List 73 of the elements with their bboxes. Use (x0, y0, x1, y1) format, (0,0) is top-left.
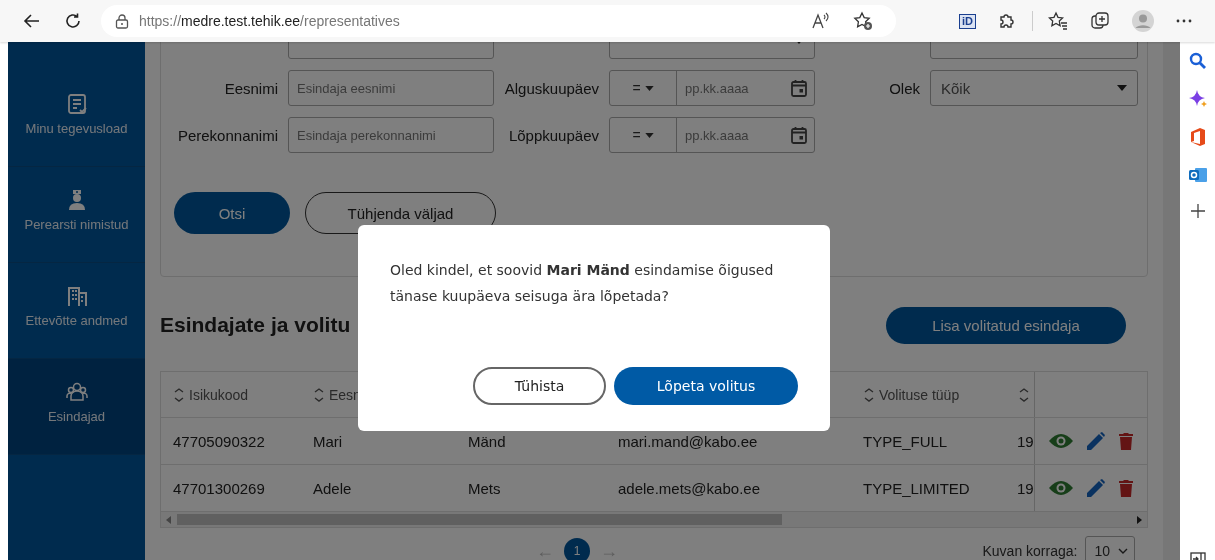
more-icon[interactable] (1176, 19, 1192, 23)
scroll-left-icon[interactable] (165, 515, 173, 524)
sidebar-label: Perearsti nimistud (23, 217, 130, 233)
table-cell-text: 47701300269 (172, 478, 266, 499)
table-cell-text: mari.mand@kabo.ee (617, 431, 759, 452)
sidebar-item[interactable]: Esindajad (8, 359, 145, 455)
page-size-label: Kuvan korraga: (982, 543, 1078, 559)
table-cell-text: 19 (1016, 431, 1034, 452)
field-label: Perekonnanimi (176, 126, 278, 144)
horizontal-scrollbar[interactable] (161, 512, 1147, 527)
add-icon[interactable] (1190, 204, 1205, 218)
cancel-button[interactable]: Tühista (473, 367, 606, 405)
collections-icon[interactable] (1090, 11, 1110, 31)
license-list-icon (65, 93, 88, 115)
dropdown[interactable]: Kõik (930, 70, 1138, 106)
table-cell-text: 19 (1016, 478, 1034, 499)
search-button[interactable]: Otsi (174, 192, 290, 234)
office-icon[interactable] (1189, 128, 1206, 146)
trash-icon[interactable] (1119, 432, 1133, 450)
sort-icon[interactable] (173, 386, 185, 403)
puzzle-icon[interactable] (997, 11, 1017, 31)
table-cell-text: TYPE_FULL (862, 431, 949, 452)
caret-down-icon (1117, 85, 1127, 91)
page-size-dropdown[interactable]: 10 (1085, 536, 1135, 560)
table-cell-text: adele.mets@kabo.ee (617, 478, 761, 499)
eye-icon[interactable] (1049, 480, 1073, 496)
text-field[interactable]: Esindaja eesnimi (288, 70, 494, 106)
table-cell-text: Adele (312, 478, 353, 499)
table-cell-text: 47705090322 (172, 431, 266, 452)
dialog-message: Oled kindel, et soovid Mari Mänd esindamise õigused tänase kuupäeva seisuga ära lõpetada? (390, 261, 775, 306)
table-cell-text: Mets (467, 478, 502, 499)
field-label: Olek (888, 79, 920, 97)
address-bar[interactable]: https://medre.test.tehik.ee/representatives (101, 5, 896, 37)
sort-icon[interactable] (313, 386, 325, 403)
extension-icon[interactable]: iD (959, 13, 976, 29)
page-button[interactable]: 1 (564, 538, 590, 560)
sidebar-label: Esindajad (46, 409, 107, 425)
column-header[interactable]: Volituse tüüp (851, 372, 1006, 417)
url-text: https://medre.test.tehik.ee/representatives (139, 13, 400, 29)
mail-icon[interactable] (1188, 166, 1207, 184)
table-cell-text: Mari (312, 431, 344, 452)
building-icon (65, 285, 88, 307)
sparkle-icon[interactable] (1188, 90, 1207, 108)
text-field[interactable]: Esindaja perekonnanimi (288, 117, 494, 153)
trash-icon[interactable] (1119, 479, 1133, 497)
field-label: Eesnimi (223, 79, 278, 97)
section-title: Esindajate ja volitu (160, 313, 351, 337)
lock-icon (115, 13, 129, 29)
search-icon[interactable] (1188, 52, 1207, 70)
field-label: Lõppkuupäev (507, 126, 599, 144)
confirm-button[interactable]: Lõpeta volitus (614, 367, 798, 405)
column-header[interactable]: Isikukood (161, 372, 301, 417)
field-label: Alguskuupäev (504, 79, 599, 97)
sidebar-item[interactable]: Minu tegevusload (8, 71, 145, 167)
pencil-icon[interactable] (1087, 479, 1105, 497)
sidebar-label: Minu tegevusload (24, 121, 129, 137)
read-aloud-icon[interactable] (811, 12, 831, 30)
profile-avatar-icon[interactable] (1132, 10, 1154, 32)
eye-icon[interactable] (1049, 433, 1073, 449)
scroll-right-icon[interactable] (1135, 515, 1143, 524)
sort-icon[interactable] (863, 386, 875, 403)
people-icon (65, 381, 88, 403)
sidebar-item[interactable]: Perearsti nimistud (8, 167, 145, 263)
table-cell-text: Mänd (467, 431, 507, 452)
sidebar-label: Ettevõtte andmed (24, 313, 129, 329)
sort-icon[interactable] (1018, 386, 1030, 403)
add-representative-button[interactable]: Lisa volitatud esindaja (886, 306, 1126, 344)
pencil-icon[interactable] (1087, 432, 1105, 450)
table-cell-text: TYPE_LIMITED (862, 478, 971, 499)
favorites-icon[interactable] (1048, 11, 1068, 31)
favorite-add-icon[interactable] (853, 11, 873, 31)
refresh-icon[interactable] (63, 11, 83, 31)
chevron-down-icon (1118, 548, 1128, 554)
